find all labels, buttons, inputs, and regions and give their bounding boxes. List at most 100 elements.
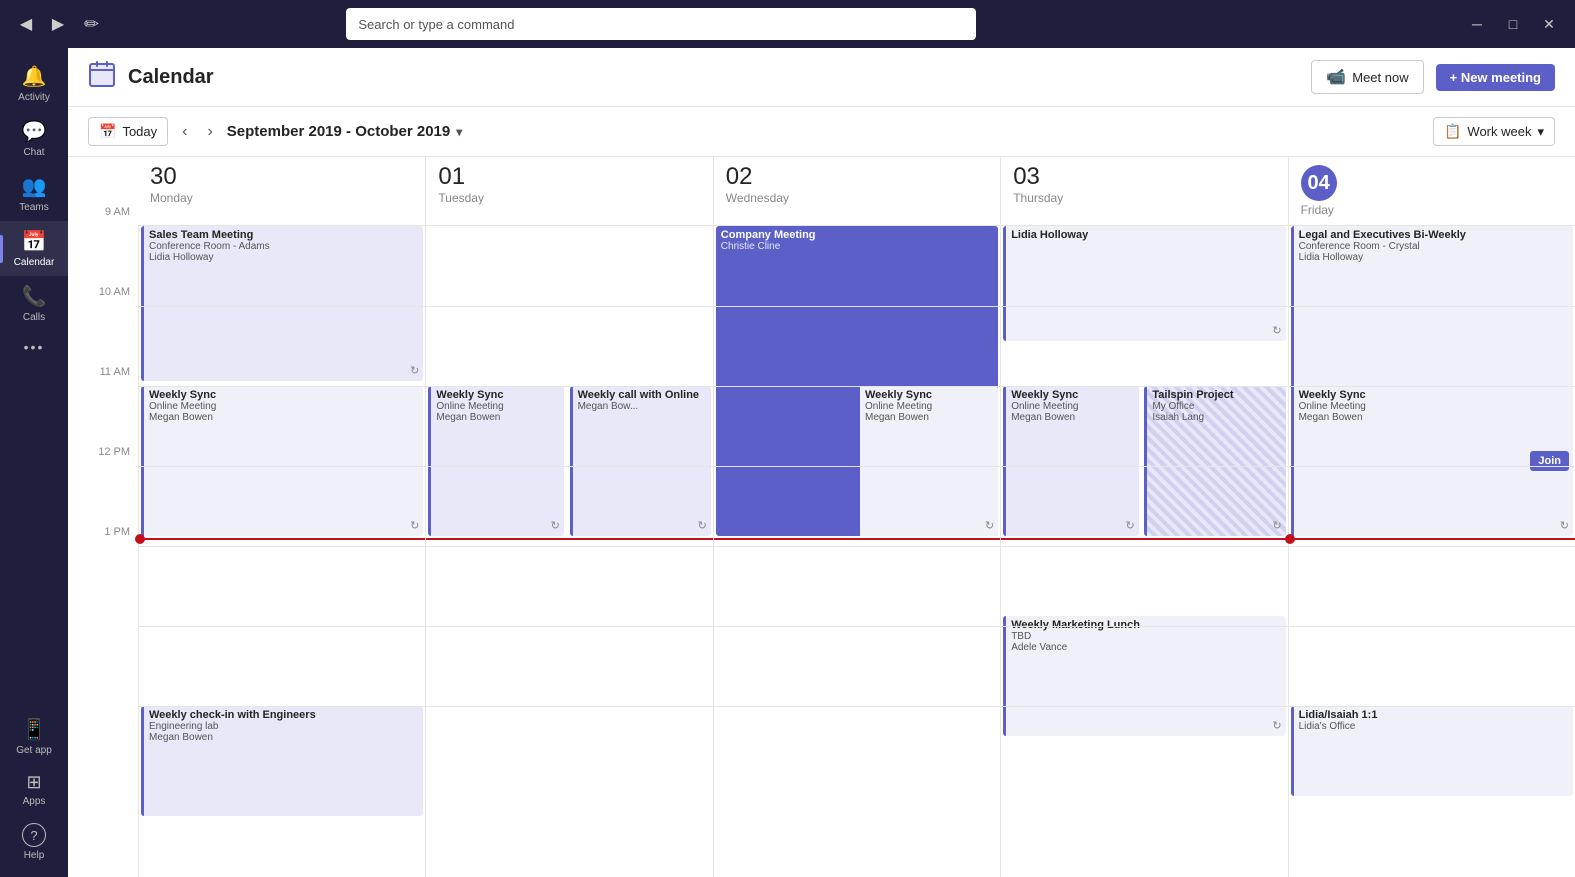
current-time-line-tue xyxy=(426,538,712,540)
event-title: Company Meeting xyxy=(721,229,993,241)
current-time-dot-fri xyxy=(1285,534,1295,544)
event-sub2: Megan Bowen xyxy=(865,412,993,423)
search-bar[interactable]: Search or type a command xyxy=(346,8,976,40)
getapp-icon: 📱 xyxy=(22,717,47,742)
sidebar-item-calls[interactable]: 📞 Calls xyxy=(0,276,68,331)
day-header-mon: 30 Monday xyxy=(138,157,425,225)
sidebar-label-help: Help xyxy=(24,850,45,861)
close-button[interactable]: ✕ xyxy=(1535,10,1563,38)
day-header-fri: 04 Friday xyxy=(1288,157,1575,225)
day-name-mon: Monday xyxy=(150,191,413,205)
refresh-icon: ↻ xyxy=(410,519,419,532)
page-title: Calendar xyxy=(128,66,214,89)
event-tailspin-project[interactable]: Tailspin Project My Office Isaiah Lang ↻… xyxy=(1144,386,1285,536)
sidebar-item-getapp[interactable]: 📱 Get app xyxy=(0,709,68,764)
event-sub1: Online Meeting xyxy=(149,401,418,412)
day-name-fri: Friday xyxy=(1301,203,1563,217)
event-title: Weekly Sync xyxy=(436,389,558,401)
search-text: Search or type a command xyxy=(358,17,514,32)
sidebar-bottom: 📱 Get app ⊞ Apps ? Help xyxy=(0,709,68,869)
sidebar-item-help[interactable]: ? Help xyxy=(0,815,68,869)
back-button[interactable]: ◀ xyxy=(12,10,40,38)
day-col-thu: Lidia Holloway ↻ Weekly Sync Online Meet… xyxy=(1000,226,1287,877)
event-lidia-thu[interactable]: Lidia Holloway ↻ xyxy=(1003,226,1285,341)
event-title: Weekly Sync xyxy=(865,389,993,401)
refresh-icon: ↻ xyxy=(1272,324,1281,337)
current-time-line-thu xyxy=(1001,538,1287,540)
more-icon: ••• xyxy=(24,339,45,355)
event-sub1: Christie Cline xyxy=(721,241,993,252)
view-label: Work week xyxy=(1467,124,1531,139)
current-time-dot xyxy=(135,534,145,544)
edit-icon[interactable]: ✏ xyxy=(84,14,99,35)
event-title: Sales Team Meeting xyxy=(149,229,418,241)
today-button[interactable]: 📅 Today xyxy=(88,117,168,146)
day-num-04: 04 xyxy=(1301,165,1337,201)
join-button[interactable]: Join xyxy=(1530,451,1569,471)
sidebar-item-apps[interactable]: ⊞ Apps xyxy=(0,764,68,815)
calls-icon: 📞 xyxy=(22,284,47,309)
event-weekly-sync-tue-a[interactable]: Weekly Sync Online Meeting Megan Bowen ↻ xyxy=(428,386,563,536)
event-title: Weekly Sync xyxy=(149,389,418,401)
day-col-wed: Company Meeting Christie Cline Weekly Sy… xyxy=(713,226,1000,877)
event-lidia-isaiah[interactable]: Lidia/Isaiah 1:1 Lidia's Office xyxy=(1291,706,1573,796)
event-weekly-sync-fri[interactable]: Weekly Sync Online Meeting Megan Bowen J… xyxy=(1291,386,1573,536)
cal-grid-wrapper: 9 AM 10 AM 11 AM 12 PM 1 PM 30 Monday 01… xyxy=(68,157,1575,877)
sidebar-item-activity[interactable]: 🔔 Activity xyxy=(0,56,68,111)
prev-button[interactable]: ‹ xyxy=(176,119,193,145)
view-icon: 📋 xyxy=(1444,123,1461,140)
refresh-icon: ↻ xyxy=(1272,519,1281,532)
time-10am: 10 AM xyxy=(68,286,138,366)
refresh-icon: ↻ xyxy=(985,519,994,532)
event-sub2: Adele Vance xyxy=(1011,642,1280,653)
maximize-button[interactable]: □ xyxy=(1499,10,1527,38)
event-weekly-sync-mon[interactable]: Weekly Sync Online Meeting Megan Bowen ↻ xyxy=(141,386,423,536)
view-selector-button[interactable]: 📋 Work week ▾ xyxy=(1433,117,1555,146)
content-area: Calendar 📹 Meet now + New meeting 📅 Toda… xyxy=(68,48,1575,877)
sidebar-item-more[interactable]: ••• xyxy=(0,331,68,363)
titlebar-nav: ◀ ▶ xyxy=(12,10,72,38)
day-name-wed: Wednesday xyxy=(726,191,988,205)
event-sub1: Online Meeting xyxy=(1299,401,1568,412)
forward-button[interactable]: ▶ xyxy=(44,10,72,38)
event-sub1: Conference Room - Adams xyxy=(149,241,418,252)
window-controls: ─ □ ✕ xyxy=(1463,10,1563,38)
event-sub2: Megan Bowen xyxy=(1011,412,1133,423)
day-num-03: 03 xyxy=(1013,165,1275,189)
sidebar-item-calendar[interactable]: 📅 Calendar xyxy=(0,221,68,276)
event-weekly-call-tue[interactable]: Weekly call with Online Megan Bow... ↻ xyxy=(570,386,711,536)
sidebar-label-calls: Calls xyxy=(23,312,45,323)
date-range[interactable]: September 2019 - October 2019 ▾ xyxy=(227,123,462,140)
meet-now-button[interactable]: 📹 Meet now xyxy=(1311,60,1423,94)
event-title: Weekly Marketing Lunch xyxy=(1011,619,1280,631)
meet-now-label: Meet now xyxy=(1352,70,1408,85)
teams-icon: 👥 xyxy=(22,174,47,199)
day-col-mon: Sales Team Meeting Conference Room - Ada… xyxy=(138,226,425,877)
event-sub1: Online Meeting xyxy=(1011,401,1133,412)
refresh-icon: ↻ xyxy=(1560,519,1569,532)
refresh-icon: ↻ xyxy=(1272,719,1281,732)
current-time-line-mon xyxy=(139,538,425,540)
event-sub1: Megan Bow... xyxy=(578,401,706,412)
today-label: Today xyxy=(122,124,157,139)
minimize-button[interactable]: ─ xyxy=(1463,10,1491,38)
event-sub1: Online Meeting xyxy=(436,401,558,412)
current-time-line-wed xyxy=(714,538,1000,540)
event-weekly-checkin[interactable]: Weekly check-in with Engineers Engineeri… xyxy=(141,706,423,816)
event-title: Weekly Sync xyxy=(1299,389,1568,401)
next-button[interactable]: › xyxy=(201,119,218,145)
event-weekly-marketing[interactable]: Weekly Marketing Lunch TBD Adele Vance ↻ xyxy=(1003,616,1285,736)
day-num-02: 02 xyxy=(726,165,988,189)
calendar-title-icon xyxy=(88,60,116,94)
event-title: Lidia/Isaiah 1:1 xyxy=(1299,709,1568,721)
event-weekly-sync-thu[interactable]: Weekly Sync Online Meeting Megan Bowen ↻ xyxy=(1003,386,1138,536)
event-sub2: Lidia Holloway xyxy=(149,252,418,263)
event-sales-team[interactable]: Sales Team Meeting Conference Room - Ada… xyxy=(141,226,423,381)
event-weekly-sync-wed[interactable]: Weekly Sync Online Meeting Megan Bowen ↻ xyxy=(857,386,998,536)
chat-icon: 💬 xyxy=(22,119,47,144)
day-header-wed: 02 Wednesday xyxy=(713,157,1000,225)
new-meeting-button[interactable]: + New meeting xyxy=(1436,64,1555,91)
event-sub1: Engineering lab xyxy=(149,721,418,732)
sidebar-item-chat[interactable]: 💬 Chat xyxy=(0,111,68,166)
sidebar-item-teams[interactable]: 👥 Teams xyxy=(0,166,68,221)
